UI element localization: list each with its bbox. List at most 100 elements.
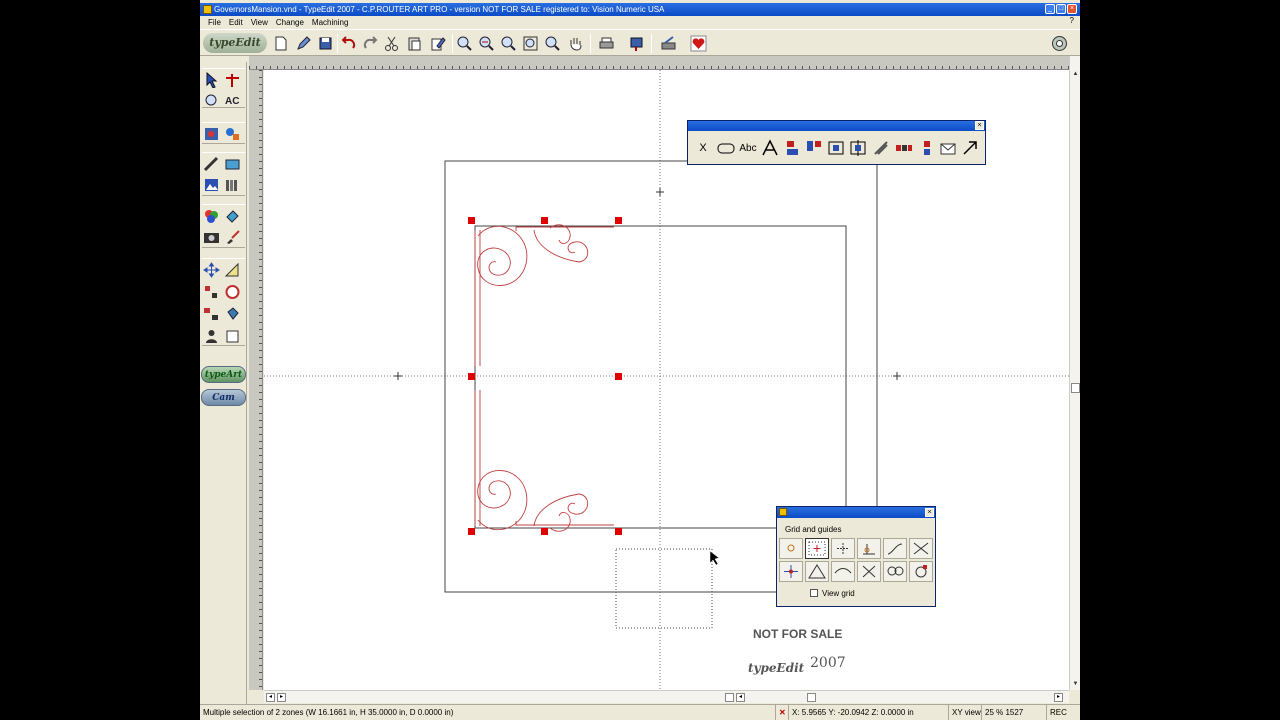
cancel-x-icon[interactable]: ✕ <box>775 705 789 720</box>
close-x-label: X <box>699 142 707 154</box>
menu-edit[interactable]: Edit <box>225 18 247 27</box>
menu-view[interactable]: View <box>247 18 272 27</box>
shapes-icon[interactable] <box>223 125 242 143</box>
select-arrow-icon[interactable] <box>202 71 221 89</box>
menu-change[interactable]: Change <box>272 18 308 27</box>
center-horizontal-icon[interactable] <box>826 138 846 158</box>
favorite-heart-icon[interactable] <box>689 34 708 53</box>
help-globe-icon[interactable] <box>1050 34 1069 53</box>
scroll-right-arrow-icon[interactable]: ▸ <box>1054 693 1063 702</box>
bucket-icon[interactable] <box>223 305 242 323</box>
text-abc-icon[interactable]: Abc <box>738 138 758 158</box>
vertical-scroll-thumb[interactable] <box>1071 383 1080 393</box>
circle-tool-icon[interactable] <box>223 283 242 301</box>
machine-icon[interactable] <box>659 34 678 53</box>
save-icon[interactable] <box>316 34 335 53</box>
zoom-in-icon[interactable] <box>455 34 474 53</box>
measure-icon[interactable] <box>223 261 242 279</box>
pen-icon[interactable] <box>294 34 313 53</box>
scroll-down-arrow-icon[interactable]: ▼ <box>1071 680 1080 689</box>
grid-panel-close-icon[interactable]: × <box>925 508 934 517</box>
zoom-page-icon[interactable] <box>543 34 562 53</box>
node-edit-icon[interactable] <box>223 71 242 89</box>
grid-guides-panel: × Grid and guides View grid <box>776 506 936 607</box>
snap-curve-icon[interactable] <box>831 561 855 582</box>
outline-a-icon[interactable] <box>760 138 780 158</box>
title-bar[interactable]: GovernorsMansion.vnd - TypeEdit 2007 - C… <box>200 3 1080 16</box>
brush-icon[interactable] <box>223 228 242 246</box>
diagonal-icon[interactable] <box>871 138 891 158</box>
close-x-icon[interactable]: X <box>693 138 713 158</box>
typeart-module-button[interactable]: typeArt <box>201 366 246 383</box>
frame-icon[interactable] <box>223 327 242 345</box>
library-icon[interactable] <box>223 176 242 194</box>
center-vertical-icon[interactable] <box>848 138 868 158</box>
handle <box>468 528 475 535</box>
snap-center-icon[interactable] <box>779 561 803 582</box>
text-ac-icon[interactable]: AC <box>223 91 242 109</box>
horizontal-scroll-thumb[interactable] <box>807 693 816 702</box>
app-icon <box>203 5 212 14</box>
envelope-icon[interactable] <box>938 138 958 158</box>
scan-icon[interactable] <box>223 155 242 173</box>
scroll-left-arrow-icon[interactable]: ◂ <box>736 693 745 702</box>
close-button[interactable]: × <box>1067 4 1077 14</box>
color-shape-icon[interactable] <box>202 125 221 143</box>
horizontal-scrollbar[interactable]: ◂ ▸ ◂ ▸ <box>264 690 1069 703</box>
edit-icon[interactable] <box>428 34 447 53</box>
align-left-icon[interactable] <box>783 138 803 158</box>
vertical-scrollbar[interactable]: ▲ ▼ <box>1069 56 1080 690</box>
distribute-icon[interactable] <box>894 138 914 158</box>
scroll-up-arrow-icon[interactable]: ▲ <box>1071 70 1080 79</box>
print-icon[interactable] <box>597 34 616 53</box>
snap-triangle-icon[interactable] <box>805 561 829 582</box>
scissors-icon[interactable] <box>382 34 401 53</box>
snap-guide-icon[interactable] <box>831 538 855 559</box>
fill-icon[interactable] <box>223 207 242 225</box>
arrow-icon[interactable] <box>960 138 980 158</box>
floating-toolbar-titlebar[interactable]: × <box>688 121 985 131</box>
menu-file[interactable]: File <box>204 18 225 27</box>
move-icon[interactable] <box>202 261 221 279</box>
grid-panel-titlebar[interactable]: × <box>777 507 935 518</box>
blocks-icon[interactable] <box>202 305 221 323</box>
snap-point-icon[interactable] <box>779 538 803 559</box>
snap-tangent-icon[interactable] <box>883 538 907 559</box>
snap-cross-icon[interactable] <box>857 561 881 582</box>
zoom-fit-icon[interactable] <box>521 34 540 53</box>
zoom-window-icon[interactable] <box>499 34 518 53</box>
stack-icon[interactable] <box>917 138 937 158</box>
page-prev-icon[interactable]: ◂ <box>266 693 275 702</box>
maximize-button[interactable]: □ <box>1056 4 1066 14</box>
image-tool-icon[interactable] <box>202 176 221 194</box>
nodes-icon[interactable] <box>202 283 221 301</box>
scroll-stop-icon[interactable] <box>725 693 734 702</box>
floating-toolbar-close-icon[interactable]: × <box>975 121 984 130</box>
cam-module-button[interactable]: Cam <box>201 389 246 406</box>
zoom-out-icon[interactable] <box>477 34 496 53</box>
redo-icon[interactable] <box>361 34 380 53</box>
new-file-icon[interactable] <box>271 34 290 53</box>
undo-icon[interactable] <box>339 34 358 53</box>
camera-icon[interactable] <box>202 228 221 246</box>
shape-icon[interactable] <box>202 91 221 109</box>
snap-grid-icon[interactable] <box>805 538 829 559</box>
snap-circles-icon[interactable] <box>883 561 907 582</box>
person-icon[interactable] <box>202 327 221 345</box>
vector-tool-icon[interactable] <box>202 155 221 173</box>
align-top-icon[interactable] <box>804 138 824 158</box>
send-icon[interactable] <box>627 34 646 53</box>
snap-node-icon[interactable] <box>909 561 933 582</box>
color-palette-icon[interactable] <box>202 207 221 225</box>
pan-hand-icon[interactable] <box>566 34 585 53</box>
snap-perpendicular-icon[interactable] <box>857 538 881 559</box>
handle <box>468 373 475 380</box>
help-menu[interactable]: ? <box>1070 16 1074 25</box>
snap-intersection-icon[interactable] <box>909 538 933 559</box>
menu-machining[interactable]: Machining <box>308 18 352 27</box>
paste-icon[interactable] <box>405 34 424 53</box>
page-next-icon[interactable]: ▸ <box>277 693 286 702</box>
view-grid-checkbox[interactable] <box>810 589 818 597</box>
minimize-button[interactable]: _ <box>1045 4 1055 14</box>
rounded-rect-icon[interactable] <box>716 138 736 158</box>
